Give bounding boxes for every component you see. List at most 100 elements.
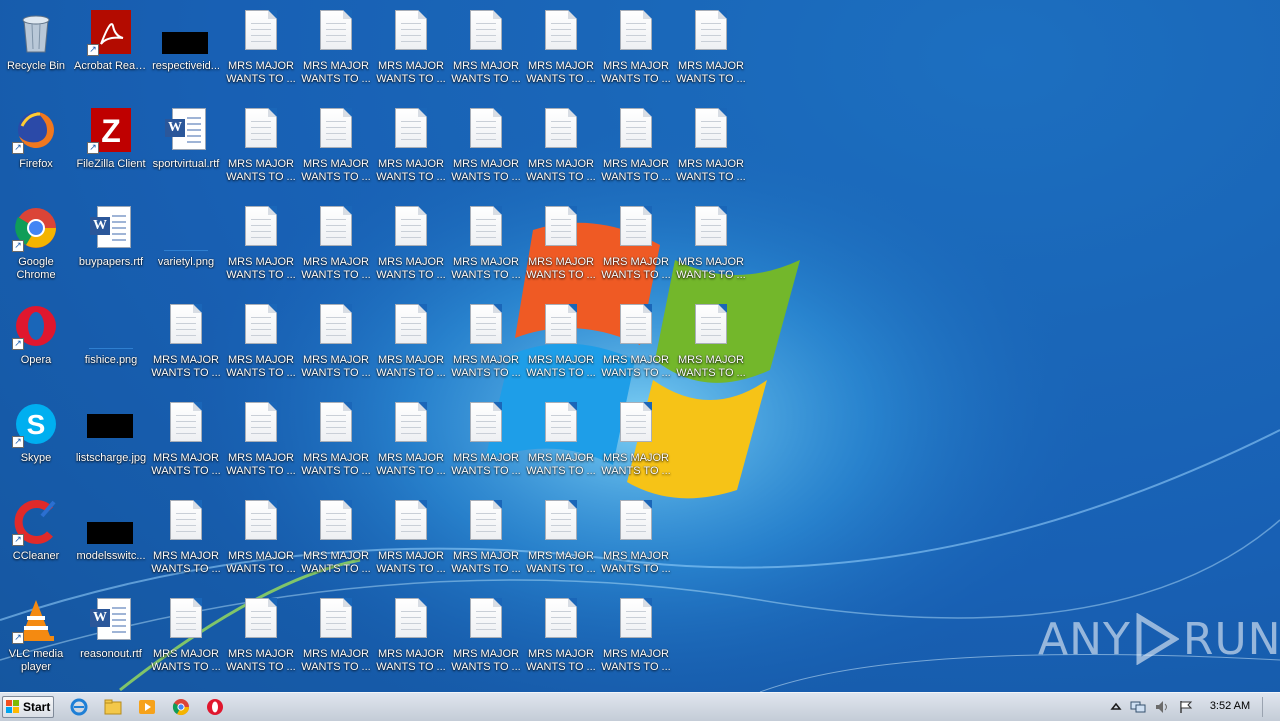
start-button[interactable]: Start: [2, 696, 54, 718]
ransom-note-file[interactable]: MRS MAJOR WANTS TO ...: [675, 100, 747, 196]
ransom-note-file[interactable]: MRS MAJOR WANTS TO ...: [600, 198, 672, 294]
ransom-note-file[interactable]: MRS MAJOR WANTS TO ...: [450, 100, 522, 196]
ransom-note-file[interactable]: MRS MAJOR WANTS TO ...: [525, 198, 597, 294]
ransom-note-file[interactable]: MRS MAJOR WANTS TO ...: [450, 2, 522, 98]
ransom-note-file[interactable]: MRS MAJOR WANTS TO ...: [300, 590, 372, 686]
ransom-note-file[interactable]: MRS MAJOR WANTS TO ...: [300, 198, 372, 294]
ransom-note-file[interactable]: MRS MAJOR WANTS TO ...: [375, 492, 447, 588]
ransom-note-file[interactable]: MRS MAJOR WANTS TO ...: [600, 394, 672, 490]
ransom-note-file[interactable]: MRS MAJOR WANTS TO ...: [600, 100, 672, 196]
ransom-note-file[interactable]: MRS MAJOR WANTS TO ...: [600, 2, 672, 98]
desktop-icon-recycle-bin[interactable]: Recycle Bin: [0, 2, 72, 98]
ransom-note-file[interactable]: MRS MAJOR WANTS TO ...: [375, 296, 447, 392]
network-icon[interactable]: [1130, 700, 1146, 714]
show-hidden-icons-icon[interactable]: [1108, 700, 1124, 714]
ccleaner-icon: ↗: [12, 498, 60, 546]
ransom-note-file[interactable]: MRS MAJOR WANTS TO ...: [525, 590, 597, 686]
desktop-icon-sportvirtual-rtf[interactable]: Wsportvirtual.rtf: [150, 100, 222, 196]
desktop: Recycle Bin ↗ Firefox ↗ Google Chrome ↗ Opera S…: [0, 0, 1280, 692]
ransom-note-file[interactable]: MRS MAJOR WANTS TO ...: [150, 394, 222, 490]
icon-label: MRS MAJOR WANTS TO ...: [526, 452, 596, 477]
ransom-note-file[interactable]: MRS MAJOR WANTS TO ...: [300, 2, 372, 98]
opera-icon[interactable]: [206, 698, 224, 716]
desktop-icon-listscharge-jpg[interactable]: listscharge.jpg: [75, 394, 147, 490]
show-desktop-button[interactable]: [1262, 697, 1276, 717]
desktop-icon-fishice-png[interactable]: fishice.png: [75, 296, 147, 392]
desktop-icon-acrobat-reader-dc[interactable]: ↗ Acrobat Reader DC: [74, 2, 148, 98]
blank-document-icon: [462, 106, 510, 154]
desktop-icon-reasonout-rtf[interactable]: Wreasonout.rtf: [75, 590, 147, 686]
desktop-icon-filezilla-client[interactable]: Z ↗ FileZilla Client: [75, 100, 147, 196]
media-player-icon[interactable]: [138, 698, 156, 716]
ransom-note-file[interactable]: MRS MAJOR WANTS TO ...: [600, 590, 672, 686]
blank-document-icon: [462, 8, 510, 56]
ransom-note-file[interactable]: MRS MAJOR WANTS TO ...: [525, 492, 597, 588]
desktop-icon-skype[interactable]: S ↗ Skype: [0, 394, 72, 490]
desktop-icon-respectiveid[interactable]: respectiveid...: [150, 2, 222, 98]
ransom-note-file[interactable]: MRS MAJOR WANTS TO ...: [375, 100, 447, 196]
ransom-note-file[interactable]: MRS MAJOR WANTS TO ...: [375, 198, 447, 294]
action-center-flag-icon[interactable]: [1178, 700, 1194, 714]
ransom-note-file[interactable]: MRS MAJOR WANTS TO ...: [150, 296, 222, 392]
ransom-note-file[interactable]: MRS MAJOR WANTS TO ...: [600, 296, 672, 392]
desktop-icon-google-chrome[interactable]: ↗ Google Chrome: [0, 198, 72, 294]
blank-document-icon: [387, 596, 435, 644]
ransom-note-file[interactable]: MRS MAJOR WANTS TO ...: [450, 590, 522, 686]
ransom-note-file[interactable]: MRS MAJOR WANTS TO ...: [225, 492, 297, 588]
ransom-note-file[interactable]: MRS MAJOR WANTS TO ...: [225, 198, 297, 294]
chrome-icon[interactable]: [172, 698, 190, 716]
windows-flag-icon: [6, 700, 20, 714]
ransom-note-file[interactable]: MRS MAJOR WANTS TO ...: [450, 394, 522, 490]
blank-document-icon: [537, 302, 585, 350]
icon-label: MRS MAJOR WANTS TO ...: [601, 60, 671, 85]
ransom-note-file[interactable]: MRS MAJOR WANTS TO ...: [225, 100, 297, 196]
ransom-note-file[interactable]: MRS MAJOR WANTS TO ...: [600, 492, 672, 588]
icon-label: MRS MAJOR WANTS TO ...: [226, 256, 296, 281]
blank-document-icon: [462, 302, 510, 350]
ransom-note-file[interactable]: MRS MAJOR WANTS TO ...: [375, 590, 447, 686]
desktop-icon-varietyl-png[interactable]: varietyl.png: [150, 198, 222, 294]
ransom-note-file[interactable]: MRS MAJOR WANTS TO ...: [150, 590, 222, 686]
ransom-note-file[interactable]: MRS MAJOR WANTS TO ...: [375, 2, 447, 98]
ransom-note-file[interactable]: MRS MAJOR WANTS TO ...: [375, 394, 447, 490]
ransom-note-file[interactable]: MRS MAJOR WANTS TO ...: [150, 492, 222, 588]
blank-document-icon: [387, 8, 435, 56]
ransom-note-file[interactable]: MRS MAJOR WANTS TO ...: [300, 100, 372, 196]
blank-document-icon: [387, 106, 435, 154]
internet-explorer-icon[interactable]: [70, 698, 88, 716]
blank-document-icon: [312, 400, 360, 448]
shortcut-arrow-icon: ↗: [12, 240, 24, 252]
ransom-note-file[interactable]: MRS MAJOR WANTS TO ...: [675, 198, 747, 294]
blank-document-icon: [237, 204, 285, 252]
ransom-note-file[interactable]: MRS MAJOR WANTS TO ...: [225, 296, 297, 392]
desktop-icon-buypapers-rtf[interactable]: Wbuypapers.rtf: [75, 198, 147, 294]
ransom-note-file[interactable]: MRS MAJOR WANTS TO ...: [450, 198, 522, 294]
desktop-icon-ccleaner[interactable]: ↗ CCleaner: [0, 492, 72, 588]
ransom-note-file[interactable]: MRS MAJOR WANTS TO ...: [300, 296, 372, 392]
blank-document-icon: [387, 400, 435, 448]
image-thumbnail-icon: [162, 8, 210, 56]
desktop-icon-opera[interactable]: ↗ Opera: [0, 296, 72, 392]
ransom-note-file[interactable]: MRS MAJOR WANTS TO ...: [300, 394, 372, 490]
ransom-note-file[interactable]: MRS MAJOR WANTS TO ...: [450, 296, 522, 392]
ransom-note-file[interactable]: MRS MAJOR WANTS TO ...: [450, 492, 522, 588]
ransom-note-file[interactable]: MRS MAJOR WANTS TO ...: [675, 296, 747, 392]
ransom-note-file[interactable]: MRS MAJOR WANTS TO ...: [525, 394, 597, 490]
icon-label: MRS MAJOR WANTS TO ...: [601, 354, 671, 379]
desktop-icon-vlc-media-player[interactable]: ↗ VLC media player: [0, 590, 72, 686]
ransom-note-file[interactable]: MRS MAJOR WANTS TO ...: [525, 2, 597, 98]
icon-label: MRS MAJOR WANTS TO ...: [376, 60, 446, 85]
ransom-note-file[interactable]: MRS MAJOR WANTS TO ...: [225, 394, 297, 490]
clock[interactable]: 3:52 AM: [1200, 700, 1260, 712]
ransom-note-file[interactable]: MRS MAJOR WANTS TO ...: [300, 492, 372, 588]
explorer-folder-icon[interactable]: [104, 698, 122, 716]
ransom-note-file[interactable]: MRS MAJOR WANTS TO ...: [525, 100, 597, 196]
desktop-icon-modelsswitc[interactable]: modelsswitc...: [75, 492, 147, 588]
volume-icon[interactable]: [1154, 700, 1170, 714]
desktop-icon-firefox[interactable]: ↗ Firefox: [0, 100, 72, 196]
ransom-note-file[interactable]: MRS MAJOR WANTS TO ...: [225, 590, 297, 686]
ransom-note-file[interactable]: MRS MAJOR WANTS TO ...: [675, 2, 747, 98]
ransom-note-file[interactable]: MRS MAJOR WANTS TO ...: [225, 2, 297, 98]
svg-text:S: S: [27, 409, 46, 440]
ransom-note-file[interactable]: MRS MAJOR WANTS TO ...: [525, 296, 597, 392]
